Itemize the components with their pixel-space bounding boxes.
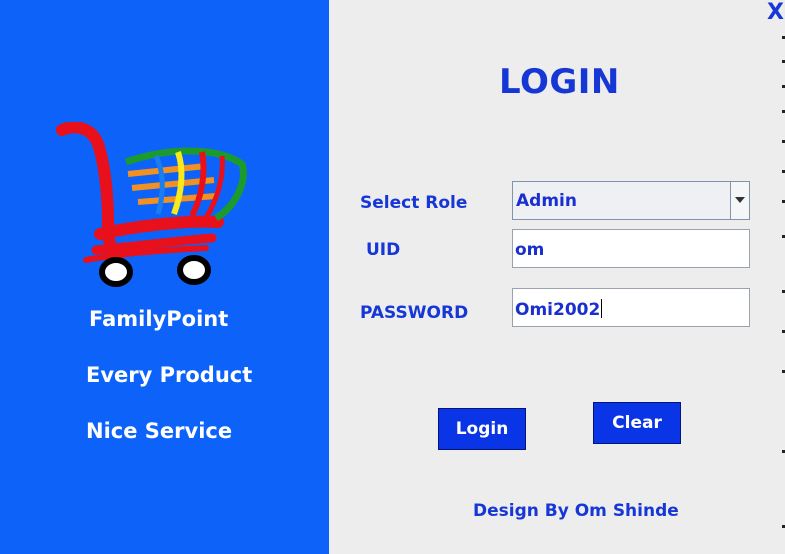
brand-name: FamilyPoint [89,307,229,331]
design-credit: Design By Om Shinde [473,501,679,521]
password-input[interactable]: Omi2002 [512,288,750,327]
clear-button[interactable]: Clear [593,402,681,444]
shopping-cart-icon [56,122,247,287]
role-label: Select Role [360,193,468,213]
window-edge [780,30,785,550]
text-caret [601,299,603,318]
uid-input-value: om [515,240,545,260]
branding-panel: FamilyPoint Every Product Nice Service [0,0,329,554]
role-select[interactable]: Admin [512,181,750,220]
password-input-value: Omi2002 [515,299,603,320]
login-title: LOGIN [499,62,620,102]
login-button[interactable]: Login [438,408,526,450]
role-select-value: Admin [516,191,577,211]
slogan-nice-service: Nice Service [86,419,233,443]
uid-input[interactable]: om [512,229,750,268]
slogan-every-product: Every Product [86,363,253,387]
chevron-down-icon[interactable] [730,182,749,219]
password-label: PASSWORD [360,303,469,323]
close-button[interactable]: X [767,0,784,25]
uid-label: UID [366,240,401,260]
